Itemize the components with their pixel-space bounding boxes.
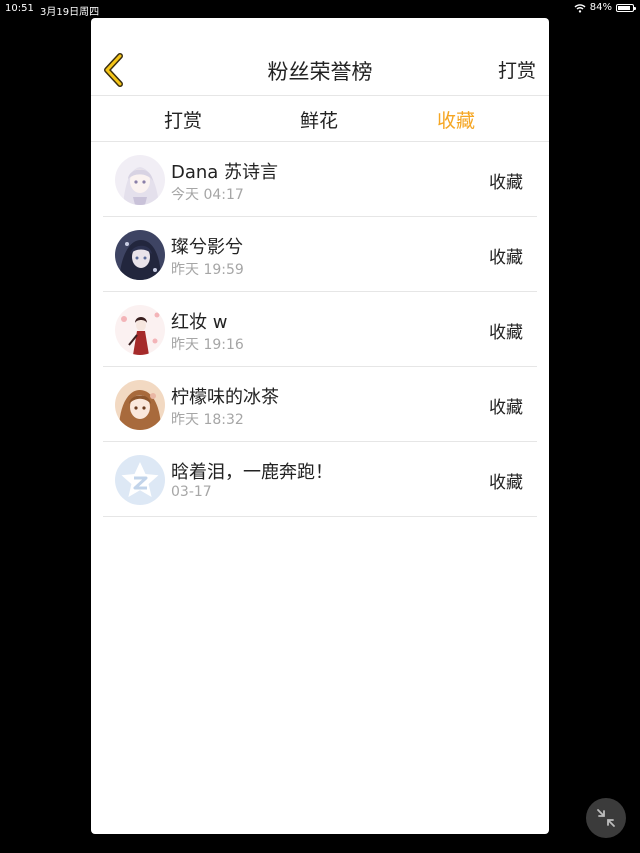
status-date: 3月19日周四 xyxy=(40,7,100,18)
fan-action: 收藏 xyxy=(489,398,523,418)
fan-time: 03-17 xyxy=(171,484,212,500)
default-avatar-star-icon xyxy=(115,455,165,505)
list-item[interactable]: 璨兮影兮 昨天 19:59 收藏 xyxy=(103,217,537,292)
fan-name: 晗着泪，一鹿奔跑！ xyxy=(171,462,333,483)
fan-action: 收藏 xyxy=(489,473,523,493)
avatar xyxy=(115,380,165,430)
fan-action: 收藏 xyxy=(489,173,523,193)
page-title: 粉丝荣誉榜 xyxy=(267,60,373,84)
collapse-button[interactable] xyxy=(586,798,626,838)
fan-time: 昨天 19:16 xyxy=(171,337,244,353)
fan-name: Dana 苏诗言 xyxy=(171,162,279,183)
fan-action: 收藏 xyxy=(489,323,523,343)
tab-flowers[interactable]: 鲜花 xyxy=(300,106,338,133)
screen: 10:51 3月19日周四 84% 粉丝荣誉榜 打赏 打赏 鲜花 收藏 Dana… xyxy=(0,0,640,853)
collapse-arrows-icon xyxy=(597,809,615,827)
battery-fill xyxy=(618,5,630,10)
reward-button[interactable]: 打赏 xyxy=(498,56,536,83)
tab-favorites[interactable]: 收藏 xyxy=(437,106,475,133)
tab-bar: 打赏 鲜花 收藏 xyxy=(91,96,549,142)
fan-honor-panel: 粉丝荣誉榜 打赏 打赏 鲜花 收藏 Dana 苏诗言 今天 04:17 收藏 璨… xyxy=(91,18,549,834)
anime-avatar-brown-hair-icon xyxy=(115,380,165,430)
fan-name: 柠檬味的冰茶 xyxy=(171,387,279,408)
anime-avatar-red-kimono-icon xyxy=(115,305,165,355)
avatar xyxy=(115,305,165,355)
nav-bar: 粉丝荣誉榜 打赏 xyxy=(91,18,549,96)
fan-list: Dana 苏诗言 今天 04:17 收藏 璨兮影兮 昨天 19:59 收藏 红妆… xyxy=(91,142,549,517)
fan-action: 收藏 xyxy=(489,248,523,268)
wifi-icon xyxy=(574,3,586,13)
avatar xyxy=(115,155,165,205)
battery-icon xyxy=(616,3,636,12)
battery-percent: 84% xyxy=(589,2,612,13)
fan-name: 璨兮影兮 xyxy=(171,237,243,258)
list-item[interactable]: 红妆 w 昨天 19:16 收藏 xyxy=(103,292,537,367)
tab-reward[interactable]: 打赏 xyxy=(164,106,202,133)
fan-name: 红妆 w xyxy=(171,312,228,333)
list-item[interactable]: 柠檬味的冰茶 昨天 18:32 收藏 xyxy=(103,367,537,442)
list-item[interactable]: 晗着泪，一鹿奔跑！ 03-17 收藏 xyxy=(103,442,537,517)
anime-avatar-white-hair-icon xyxy=(115,155,165,205)
fan-time: 昨天 18:32 xyxy=(171,412,244,428)
avatar xyxy=(115,455,165,505)
status-indicators: 84% xyxy=(574,2,636,13)
status-bar: 10:51 3月19日周四 84% xyxy=(0,0,640,18)
anime-avatar-dark-hair-icon xyxy=(115,230,165,280)
fan-time: 今天 04:17 xyxy=(171,187,244,203)
fan-time: 昨天 19:59 xyxy=(171,262,244,278)
status-time: 10:51 xyxy=(5,3,34,14)
avatar xyxy=(115,230,165,280)
list-item[interactable]: Dana 苏诗言 今天 04:17 收藏 xyxy=(103,142,537,217)
